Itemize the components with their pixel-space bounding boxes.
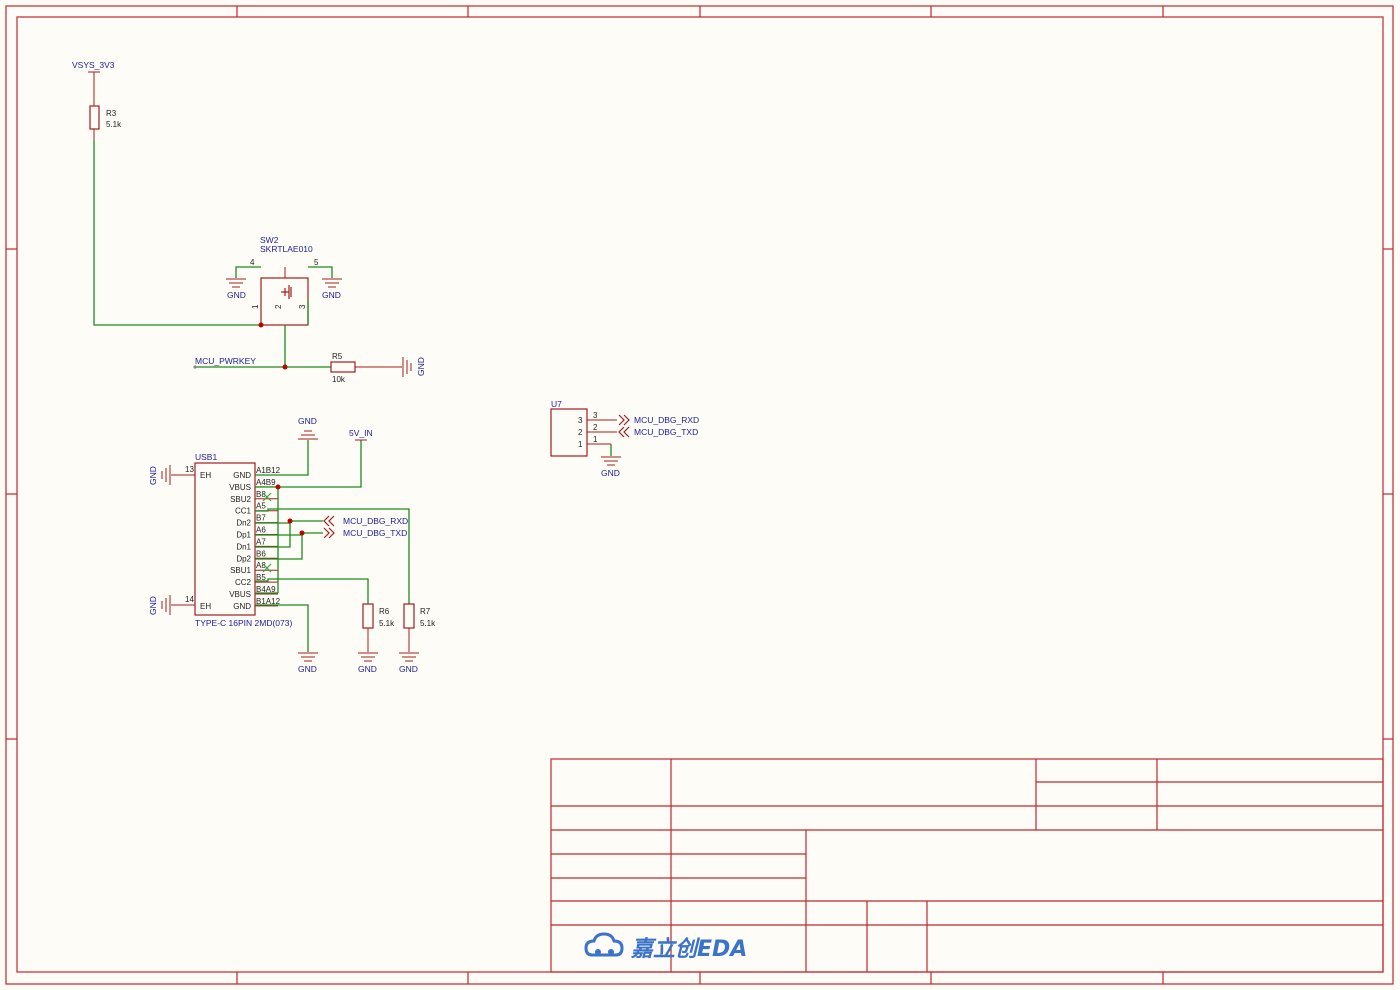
gnd-label: GND [298,664,317,674]
gnd-label: GND [227,290,246,300]
gnd-symbol: GND [399,652,419,674]
logo-text: 嘉立创EDA [630,936,747,962]
r7-value: 5.1k [420,619,436,628]
usb1-pin-label: A6 [256,526,266,535]
gnd-symbol: GND [298,652,318,674]
net-mcu-dbg-rxd: MCU_DBG_RXD [634,415,699,425]
usb1-inner-labels: GND VBUS SBU2 CC1 Dn2 Dp1 Dn1 Dp2 SBU1 CC2 VBUS GND [229,471,251,611]
svg-text:2: 2 [274,304,283,309]
gnd-label: GND [416,357,426,376]
resistor-r6: R6 5.1k [362,603,395,652]
usb1-inner-label: SBU2 [230,495,251,504]
usb1-pin-label: A7 [256,537,266,546]
r5-ref: R5 [332,352,343,361]
u7-pin-3: 3 [593,411,598,420]
connector-u7: U7 3 2 1 3 2 1 MCU_DBG_RXD MCU_DBG_TXD G… [550,399,699,478]
gnd-symbol: GND [322,278,342,300]
net-mcu-dbg-txd: MCU_DBG_TXD [634,427,698,437]
schematic-sheet: 嘉立创EDA VSYS_3V3 R3 5.1k 1 2 3 4 5 SW2 SK… [5,5,1394,985]
gnd-symbol: GND [358,652,378,674]
usb1-pin-label: B6 [256,549,266,558]
gnd-symbol: GND [298,416,318,440]
cloud-icon [584,932,624,957]
usb1-pin-label: A5 [256,502,266,511]
gnd-symbol: GND [226,278,246,300]
gnd-symbol: GND [148,465,171,485]
power-5v-in: 5V_IN [349,428,373,441]
u7-inner-pin-1: 1 [578,440,583,449]
u7-pin-1: 1 [593,435,598,444]
usb1-eh-bottom: EH [200,602,211,611]
r6-value: 5.1k [379,619,395,628]
vsys-3v3-label: VSYS_3V3 [72,60,115,70]
usb1-inner-label: VBUS [229,590,251,599]
jlc-eda-logo: 嘉立创EDA [584,932,747,962]
gnd-symbol: GND [601,456,621,478]
gnd-label: GND [148,466,158,485]
usb1-pin-label: B7 [256,514,266,523]
gnd-label: GND [358,664,377,674]
usb1-eh-top: EH [200,471,211,480]
resistor-r5 [330,361,356,373]
sw2-pin-4: 4 [250,258,255,267]
r3-ref: R3 [106,109,117,118]
usb1-pin-label: A1B12 [256,466,281,475]
usb1-inner-label: CC2 [235,578,252,587]
gnd-label: GND [399,664,418,674]
usb1-part: TYPE-C 16PIN 2MD(073) [195,618,292,628]
svg-text:1: 1 [251,304,260,309]
usb1-inner-label: Dn2 [236,519,251,528]
usb1-ref: USB1 [195,452,217,462]
usb1-pin-14: 14 [185,595,194,604]
usb1-pin-13: 13 [185,465,194,474]
u7-ref: U7 [551,399,562,409]
r3-value: 5.1k [106,120,122,129]
usb1-inner-label: CC1 [235,507,252,516]
r6-ref: R6 [379,607,390,616]
gnd-symbol: GND [402,357,426,377]
u7-pin-2: 2 [593,423,598,432]
resistor-r3 [89,105,100,130]
gnd-symbol: GND [148,595,171,615]
u7-inner-pin-2: 2 [578,428,583,437]
r7-ref: R7 [420,607,431,616]
sw2-pin-5: 5 [314,258,319,267]
usb1-inner-label: GND [233,602,251,611]
net-mcu-pwrkey: MCU_PWRKEY [195,356,256,366]
usb1-inner-label: Dp2 [236,554,251,563]
u7-inner-pin-3: 3 [578,416,583,425]
resistor-r7: R7 5.1k [403,603,436,652]
gnd-label: GND [322,290,341,300]
usb1-inner-label: SBU1 [230,566,251,575]
5v-in-label: 5V_IN [349,428,373,438]
net-mcu-dbg-txd-usb: MCU_DBG_TXD [343,528,407,538]
r5-value: 10k [332,375,346,384]
sheet-border [5,5,1394,985]
sw2-part: SKRTLAE010 [260,244,313,254]
gnd-label: GND [298,416,317,426]
title-block: 嘉立创EDA [550,758,1384,973]
svg-text:3: 3 [298,304,307,309]
usb-type-c-usb1: USB1 TYPE-C 16PIN 2MD(073) EH EH 13 14 G… [148,452,292,628]
net-mcu-dbg-rxd-usb: MCU_DBG_RXD [343,516,408,526]
usb1-pin-label: A4B9 [256,478,276,487]
gnd-label: GND [148,596,158,615]
power-key-circuit: VSYS_3V3 R3 5.1k 1 2 3 4 5 SW2 SKRTLAE01… [72,60,426,384]
usb1-inner-label: Dp1 [236,531,251,540]
gnd-label: GND [601,468,620,478]
usb1-inner-label: GND [233,471,251,480]
usb1-inner-label: Dn1 [236,542,251,551]
usb1-inner-label: VBUS [229,483,251,492]
